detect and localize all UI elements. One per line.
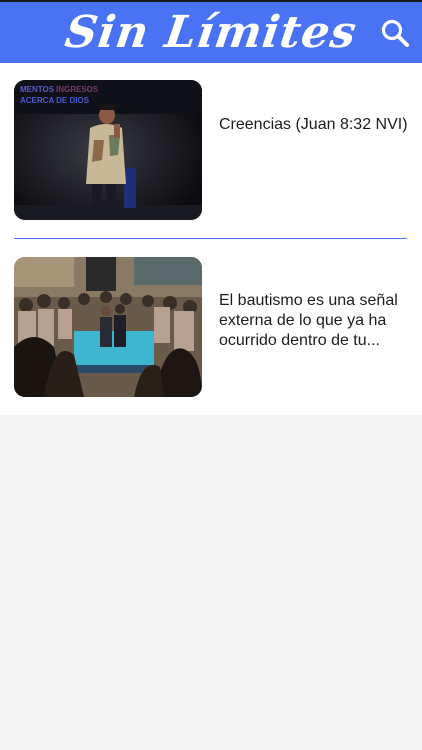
- item-thumbnail[interactable]: MENTOS ACERCA DE DIOS INGRESOS: [14, 80, 202, 220]
- content-list: MENTOS ACERCA DE DIOS INGRESOS Creencias…: [0, 63, 422, 415]
- svg-text:ACERCA DE DIOS: ACERCA DE DIOS: [20, 96, 90, 105]
- svg-text:INGRESOS: INGRESOS: [56, 85, 99, 94]
- item-thumbnail[interactable]: [14, 257, 202, 397]
- search-icon: [381, 19, 409, 47]
- list-divider: [14, 238, 407, 239]
- baptism-photo: [14, 257, 202, 397]
- item-title[interactable]: El bautismo es una señal externa de lo q…: [219, 291, 409, 351]
- list-item[interactable]: El bautismo es una señal externa de lo q…: [0, 241, 422, 401]
- list-item[interactable]: MENTOS ACERCA DE DIOS INGRESOS Creencias…: [0, 63, 422, 223]
- item-title[interactable]: Creencias (Juan 8:32 NVI): [219, 115, 409, 135]
- app-header: Sin Límites: [0, 0, 422, 63]
- app-screen: Sin Límites MENTOS ACERCA DE DIOS INGRES…: [0, 0, 422, 750]
- app-logo: Sin Límites: [62, 7, 360, 58]
- svg-text:MENTOS: MENTOS: [20, 85, 55, 94]
- search-button[interactable]: [380, 18, 410, 48]
- speaker-photo: MENTOS ACERCA DE DIOS INGRESOS: [14, 80, 202, 220]
